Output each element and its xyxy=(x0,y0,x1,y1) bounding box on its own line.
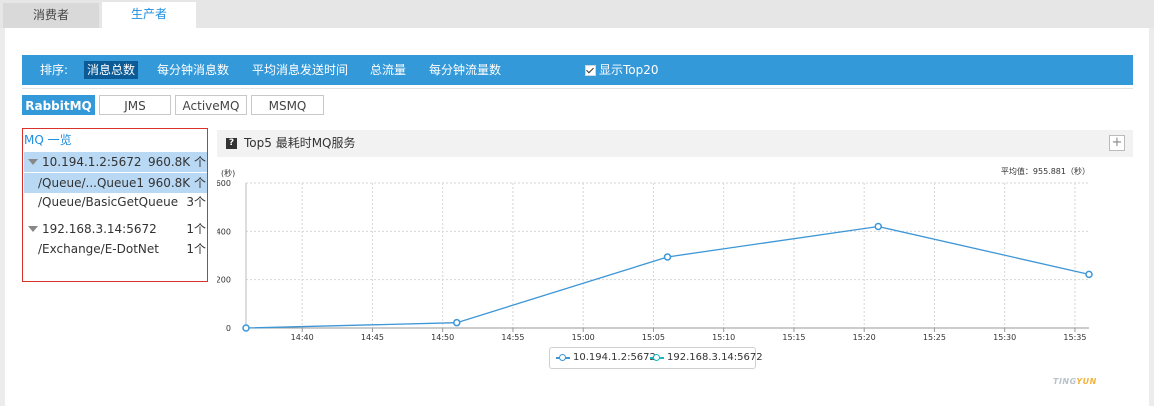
data-point xyxy=(874,222,882,231)
tree-node-count: 1个 xyxy=(186,222,206,236)
sort-option-total-messages[interactable]: 消息总数 xyxy=(84,61,139,79)
tab-bar: 消费者 生产者 xyxy=(0,0,1154,29)
tree-node-exchange[interactable]: /Exchange/E-DotNet 1个 xyxy=(24,239,207,259)
legend-label: 192.168.3.14:5672 xyxy=(667,352,763,363)
top20-checkbox-label[interactable]: 显示Top20 xyxy=(599,55,659,85)
average-label: 平均值：955.881（秒） xyxy=(1001,166,1090,176)
divider xyxy=(22,88,1133,89)
y-tick-label: 0 xyxy=(226,324,231,333)
tree-node-name: /Queue/BasicGetQueue xyxy=(38,195,179,209)
x-tick-label: 15:35 xyxy=(1063,333,1086,342)
mq-type-activemq[interactable]: ActiveMQ xyxy=(175,95,247,115)
x-tick-label: 15:20 xyxy=(853,333,876,342)
x-tick-label: 15:05 xyxy=(642,333,665,342)
y-tick-label: 200 xyxy=(217,276,231,285)
x-tick-label: 14:50 xyxy=(431,333,454,342)
tree-node-name: 192.168.3.14:5672 xyxy=(42,222,157,236)
legend-label: 10.194.1.2:5672 xyxy=(573,352,656,363)
chart-header: ? Top5 最耗时MQ服务 + xyxy=(217,130,1133,157)
expand-triangle-icon[interactable] xyxy=(28,159,38,165)
mq-type-jms[interactable]: JMS xyxy=(99,95,171,115)
tree-node-queue[interactable]: /Queue/BasicGetQueue 3个 xyxy=(24,192,207,212)
x-tick-label: 15:10 xyxy=(712,333,735,342)
tree-node-queue[interactable]: /Queue/...Queue1 960.8K 个 xyxy=(24,173,207,193)
tree-node-name: 10.194.1.2:5672 xyxy=(42,155,142,169)
legend-item-series-1[interactable]: 10.194.1.2:5672 xyxy=(556,348,656,368)
y-tick-label: 600 xyxy=(217,179,231,188)
y-axis-label: (秒) xyxy=(221,168,235,178)
line-chart: 0 200 400 600 14:40 14:45 14:50 14:55 15:00 15:05… xyxy=(217,157,1133,377)
x-tick-label: 14:55 xyxy=(501,333,524,342)
expand-icon[interactable]: + xyxy=(1109,135,1125,151)
legend-item-series-2[interactable]: 192.168.3.14:5672 xyxy=(650,348,763,368)
chart-legend: 10.194.1.2:5672 192.168.3.14:5672 xyxy=(549,347,763,369)
tree-node-count: 960.8K 个 xyxy=(147,176,206,190)
sort-option-total-traffic[interactable]: 总流量 xyxy=(367,61,409,79)
sort-option-traffic-per-minute[interactable]: 每分钟流量数 xyxy=(426,61,504,79)
tree-node-host[interactable]: 10.194.1.2:5672 960.8K 个 xyxy=(24,152,207,172)
sort-option-avg-send-time[interactable]: 平均消息发送时间 xyxy=(249,61,351,79)
sort-bar: 排序: 消息总数 每分钟消息数 平均消息发送时间 总流量 每分钟流量数 显示To… xyxy=(22,55,1133,85)
y-tick-label: 400 xyxy=(217,227,231,236)
tab-consumer[interactable]: 消费者 xyxy=(3,3,99,28)
x-tick-label: 14:45 xyxy=(361,333,384,342)
legend-marker-icon xyxy=(556,354,570,362)
data-point xyxy=(242,324,250,332)
mq-overview-tree: MQ 一览 10.194.1.2:5672 960.8K 个 /Queue/..… xyxy=(22,128,208,282)
data-point xyxy=(663,253,672,261)
tree-node-host[interactable]: 192.168.3.14:5672 1个 xyxy=(24,219,207,239)
tree-node-count: 3个 xyxy=(186,195,206,209)
x-tick-label: 15:25 xyxy=(923,333,946,342)
help-icon[interactable]: ? xyxy=(226,138,237,149)
sort-option-messages-per-minute[interactable]: 每分钟消息数 xyxy=(154,61,232,79)
mq-type-rabbitmq[interactable]: RabbitMQ xyxy=(22,95,95,115)
tingyun-logo: TINGYUN xyxy=(1053,377,1097,386)
tree-node-count: 1个 xyxy=(186,242,206,256)
data-point xyxy=(1085,270,1093,279)
mq-overview-title[interactable]: MQ 一览 xyxy=(24,131,72,148)
x-tick-label: 15:00 xyxy=(572,333,595,342)
x-tick-label: 14:40 xyxy=(291,333,314,342)
x-tick-label: 15:30 xyxy=(993,333,1016,342)
tree-node-count: 960.8K 个 xyxy=(147,155,206,169)
tree-node-name: /Queue/...Queue1 xyxy=(38,176,145,190)
tree-node-name: /Exchange/E-DotNet xyxy=(38,242,159,256)
top20-checkbox[interactable] xyxy=(585,65,596,76)
mq-type-msmq[interactable]: MSMQ xyxy=(251,95,324,115)
x-tick-label: 15:15 xyxy=(782,333,805,342)
chart-title: Top5 最耗时MQ服务 xyxy=(244,136,356,150)
data-point xyxy=(453,318,461,327)
chart-svg: 0 200 400 600 14:40 14:45 14:50 14:55 15:00 15:05… xyxy=(217,166,1093,342)
tab-producer[interactable]: 生产者 xyxy=(102,2,196,29)
legend-marker-icon xyxy=(650,354,664,362)
sort-label: 排序: xyxy=(40,63,69,77)
expand-triangle-icon[interactable] xyxy=(28,226,38,232)
